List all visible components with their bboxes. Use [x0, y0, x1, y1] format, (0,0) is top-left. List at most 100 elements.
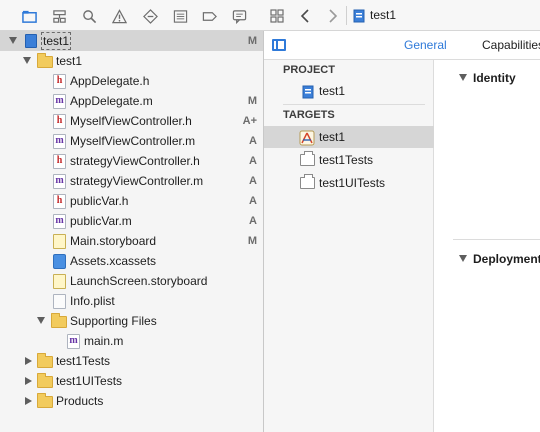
section-identity[interactable]: Identity — [473, 71, 516, 85]
tree-row-file[interactable]: h MyselfViewController.h A+ — [0, 111, 263, 131]
folder-icon — [37, 393, 53, 408]
breadcrumb-file[interactable]: test1 — [370, 8, 396, 22]
header-file-icon: h — [53, 154, 66, 169]
targets-section-header: TARGETS — [283, 109, 335, 121]
tree-item-label: strategyViewController.m — [70, 174, 204, 188]
tree-row-group[interactable]: test1UITests — [0, 371, 263, 391]
tree-item-label: Info.plist — [70, 294, 115, 308]
toolbar-divider — [346, 6, 347, 25]
tree-row-file[interactable]: h publicVar.h A — [0, 191, 263, 211]
related-items-icon[interactable] — [268, 6, 286, 26]
tree-row-group[interactable]: Products — [0, 391, 263, 411]
storyboard-file-icon — [53, 234, 66, 249]
disclosure-closed-icon[interactable] — [25, 397, 32, 405]
back-chevron-icon[interactable] — [296, 6, 314, 26]
section-deployment[interactable]: Deployment — [473, 252, 540, 266]
project-item[interactable]: test1 — [264, 80, 434, 102]
disclosure-closed-icon[interactable] — [25, 377, 32, 385]
header-file-icon: h — [53, 114, 66, 129]
tree-item-label: strategyViewController.h — [70, 154, 200, 168]
tree-row-file[interactable]: Main.storyboard M — [0, 231, 263, 251]
project-item-label: test1 — [319, 84, 346, 98]
target-item-tests[interactable]: test1Tests — [264, 149, 434, 171]
search-icon[interactable] — [79, 6, 99, 26]
tree-item-label: AppDelegate.h — [70, 74, 150, 88]
scm-status-badge: A — [249, 215, 257, 227]
plist-file-icon — [53, 294, 66, 309]
target-item-uitests[interactable]: test1UITests — [264, 172, 434, 194]
scm-status-badge: A — [249, 195, 257, 207]
tree-row-group[interactable]: test1Tests — [0, 351, 263, 371]
warning-icon[interactable] — [109, 6, 129, 26]
tree-row-project[interactable]: test1 M — [0, 31, 263, 51]
tab-capabilities[interactable]: Capabilities — [482, 38, 540, 52]
scm-status-badge: A — [249, 175, 257, 187]
tree-item-label: Main.storyboard — [70, 234, 157, 248]
tree-row-file[interactable]: m AppDelegate.m M — [0, 91, 263, 111]
project-file-icon — [350, 6, 368, 26]
implementation-file-icon: m — [53, 174, 66, 189]
tree-row-file[interactable]: m strategyViewController.m A — [0, 171, 263, 191]
tree-row-file[interactable]: m MyselfViewController.m A — [0, 131, 263, 151]
scm-status-badge: M — [247, 235, 257, 247]
header-file-icon: h — [53, 194, 66, 209]
tree-row-group[interactable]: test1 — [0, 51, 263, 71]
tag-icon[interactable] — [199, 6, 219, 26]
tree-row-file[interactable]: m main.m — [0, 331, 263, 351]
target-label: test1Tests — [319, 153, 374, 167]
tree-row-file[interactable]: h strategyViewController.h A — [0, 151, 263, 171]
target-item-app[interactable]: test1 — [264, 126, 434, 148]
forward-chevron-icon[interactable] — [324, 6, 342, 26]
disclosure-open-icon[interactable] — [23, 57, 31, 64]
disclosure-open-icon[interactable] — [37, 317, 45, 324]
tab-general[interactable]: General — [404, 38, 447, 52]
scm-status-badge: A — [249, 155, 257, 167]
implementation-file-icon: m — [53, 214, 66, 229]
tree-row-file[interactable]: h AppDelegate.h — [0, 71, 263, 91]
header-file-icon: h — [53, 74, 66, 89]
tree-item-label: MyselfViewController.h — [70, 114, 192, 128]
diamond-icon[interactable] — [140, 6, 160, 26]
target-settings-area: Identity Deployment — [435, 60, 540, 432]
tree-item-label: publicVar.h — [70, 194, 129, 208]
asset-catalog-icon — [53, 254, 66, 269]
tree-item-label: Assets.xcassets — [70, 254, 157, 268]
tree-row-group[interactable]: Supporting Files — [0, 311, 263, 331]
tree-item-label: main.m — [84, 334, 124, 348]
section-divider — [283, 104, 425, 105]
sidebar-toggle-icon[interactable] — [272, 39, 286, 51]
editor-jump-bar: test1 — [264, 0, 540, 31]
hierarchy-icon[interactable] — [49, 6, 69, 26]
scm-status-badge: A+ — [242, 115, 257, 127]
scm-status-badge: M — [247, 35, 257, 47]
tree-item-label: AppDelegate.m — [70, 94, 153, 108]
tree-item-label: test1UITests — [56, 374, 123, 388]
folder-icon — [37, 373, 53, 388]
tree-row-file[interactable]: Assets.xcassets — [0, 251, 263, 271]
tree-item-label: test1Tests — [56, 354, 111, 368]
tree-row-file[interactable]: m publicVar.m A — [0, 211, 263, 231]
list-icon[interactable] — [170, 6, 190, 26]
test-bundle-icon — [300, 151, 315, 166]
implementation-file-icon: m — [53, 134, 66, 149]
folder-icon — [37, 353, 53, 368]
comment-icon[interactable] — [229, 6, 249, 26]
tree-row-file[interactable]: Info.plist — [0, 291, 263, 311]
scm-status-badge: A — [249, 135, 257, 147]
disclosure-open-icon[interactable] — [459, 74, 467, 81]
project-navigator: test1 M test1 h AppDelegate.h m AppDeleg… — [0, 0, 264, 432]
disclosure-open-icon[interactable] — [459, 255, 467, 262]
target-label: test1UITests — [319, 176, 386, 190]
project-section-header: PROJECT — [283, 64, 335, 76]
target-label: test1 — [319, 130, 346, 144]
tree-item-label: publicVar.m — [70, 214, 132, 228]
folder-icon[interactable] — [19, 6, 39, 26]
tree-item-label: test1 — [41, 32, 72, 50]
disclosure-closed-icon[interactable] — [25, 357, 32, 365]
implementation-file-icon: m — [53, 94, 66, 109]
tree-row-file[interactable]: LaunchScreen.storyboard — [0, 271, 263, 291]
test-bundle-icon — [300, 174, 315, 189]
disclosure-open-icon[interactable] — [9, 37, 17, 44]
tree-item-label: Supporting Files — [70, 314, 157, 328]
project-file-icon — [25, 34, 37, 48]
